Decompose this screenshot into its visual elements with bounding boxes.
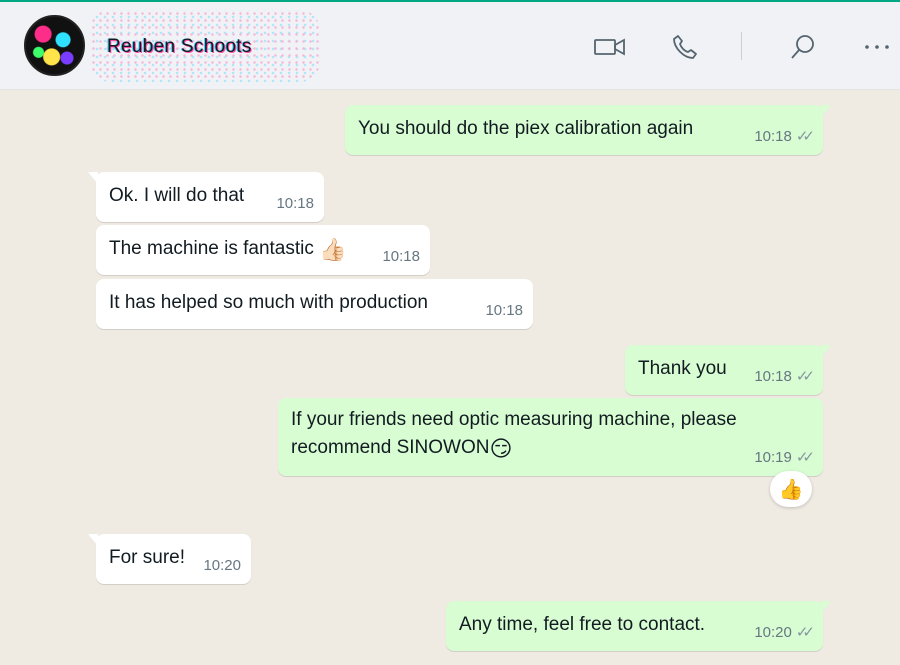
message-bubble[interactable]: For sure! 10:20 — [88, 534, 251, 584]
message-text: It has helped so much with production — [109, 292, 428, 313]
video-call-icon[interactable] — [593, 30, 627, 64]
message-text-wrap: recommend SINOWON😏 — [291, 434, 512, 463]
read-receipt-icon: ✓✓ — [795, 128, 815, 145]
message-bubble[interactable]: Thank you 10:18 ✓✓ — [625, 345, 831, 395]
message-text-line: If your friends need optic measuring mac… — [291, 409, 737, 430]
message-time: 10:18 — [276, 195, 314, 212]
message-bubble[interactable]: It has helped so much with production 10… — [96, 279, 533, 329]
message-time: 10:18 — [382, 248, 420, 265]
message-meta: 10:18 — [382, 243, 420, 271]
smirk-emoji-icon: 😏 — [489, 436, 513, 461]
message-bubble[interactable]: The machine is fantastic 👍🏻 10:18 — [96, 225, 430, 275]
message-meta: 10:20 — [203, 552, 241, 580]
message-meta: 10:18 ✓✓ — [754, 363, 815, 391]
read-receipt-icon: ✓✓ — [795, 449, 815, 466]
reaction-badge[interactable]: 👍 — [770, 471, 812, 507]
message-text: You should do the piex calibration again — [358, 118, 694, 139]
message-time: 10:18 — [754, 128, 792, 145]
message-bubble[interactable]: You should do the piex calibration again… — [345, 105, 831, 155]
message-time: 10:19 — [754, 449, 792, 466]
avatar[interactable] — [24, 15, 85, 76]
message-text: Any time, feel free to contact. — [459, 614, 706, 635]
chat-header: Reuben Schoots — [0, 0, 900, 90]
read-receipt-icon: ✓✓ — [795, 624, 815, 641]
message-time: 10:20 — [203, 557, 241, 574]
message-meta: 10:18 — [276, 190, 314, 218]
thumbs-up-emoji-icon: 👍🏻 — [319, 237, 347, 262]
message-text: Thank you — [638, 358, 727, 379]
read-receipt-icon: ✓✓ — [795, 368, 815, 385]
message-meta: 10:20 ✓✓ — [754, 619, 815, 647]
search-icon[interactable] — [786, 30, 820, 64]
message-bubble[interactable]: Ok. I will do that 10:18 — [88, 172, 324, 222]
message-text: For sure! — [109, 547, 186, 568]
header-divider — [741, 32, 742, 60]
message-meta: 10:19 ✓✓ — [754, 444, 815, 472]
message-time: 10:18 — [754, 368, 792, 385]
message-meta: 10:18 — [485, 297, 523, 325]
message-bubble[interactable]: Any time, feel free to contact. 10:20 ✓✓ — [446, 601, 831, 651]
message-list: You should do the piex calibration again… — [0, 91, 900, 665]
menu-icon[interactable] — [860, 30, 894, 64]
message-time: 10:18 — [485, 302, 523, 319]
message-text-line: recommend SINOWON — [291, 437, 490, 458]
message-bubble[interactable]: If your friends need optic measuring mac… — [278, 398, 823, 476]
message-time: 10:20 — [754, 624, 792, 641]
voice-call-icon[interactable] — [668, 30, 702, 64]
message-text-wrap: The machine is fantastic 👍🏻 — [109, 235, 347, 264]
message-text: Ok. I will do that — [109, 185, 245, 206]
message-text: The machine is fantastic — [109, 238, 314, 259]
contact-name[interactable]: Reuben Schoots — [107, 36, 252, 58]
message-meta: 10:18 ✓✓ — [754, 123, 815, 151]
